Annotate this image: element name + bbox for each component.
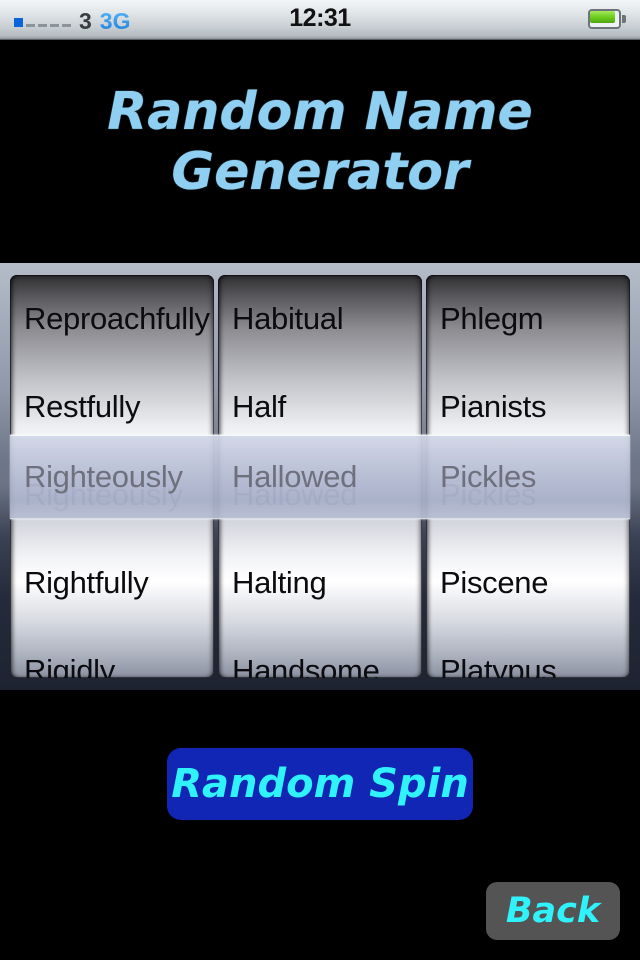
picker-row[interactable]: Handsome	[218, 627, 422, 678]
picker-column-noun[interactable]: Phlegm Pianists Pickles Piscene Platypus	[426, 275, 630, 678]
back-button[interactable]: Back	[486, 882, 620, 940]
picker-row[interactable]: Piscene	[426, 539, 630, 627]
picker-column-rows: Habitual Half Hallowed Halting Handsome	[218, 275, 422, 678]
battery-fill	[590, 11, 615, 23]
picker-row[interactable]: Reproachfully	[10, 275, 214, 363]
picker-row[interactable]: Pianists	[426, 363, 630, 451]
picker-row[interactable]: Habitual	[218, 275, 422, 363]
name-picker[interactable]: Reproachfully Restfully Righteously Righ…	[0, 263, 640, 690]
picker-column-rows: Reproachfully Restfully Righteously Righ…	[10, 275, 214, 678]
picker-row[interactable]: Platypus	[426, 627, 630, 678]
battery-icon	[588, 9, 626, 29]
picker-column-adjective[interactable]: Habitual Half Hallowed Halting Handsome	[218, 275, 422, 678]
picker-row-selected[interactable]: Righteously	[10, 451, 214, 539]
picker-row-selected[interactable]: Pickles	[426, 451, 630, 539]
picker-row[interactable]: Half	[218, 363, 422, 451]
picker-row[interactable]: Rigidly	[10, 627, 214, 678]
picker-row[interactable]: Rightfully	[10, 539, 214, 627]
picker-row[interactable]: Halting	[218, 539, 422, 627]
status-bar: 3 3G 12:31	[0, 0, 640, 40]
picker-column-rows: Phlegm Pianists Pickles Piscene Platypus	[426, 275, 630, 678]
picker-column-adverb[interactable]: Reproachfully Restfully Righteously Righ…	[10, 275, 214, 678]
picker-columns[interactable]: Reproachfully Restfully Righteously Righ…	[10, 275, 630, 678]
page-title: Random Name Generator	[107, 82, 533, 202]
status-bar-clock: 12:31	[289, 3, 351, 32]
random-spin-button[interactable]: Random Spin	[167, 748, 473, 820]
picker-row[interactable]: Phlegm	[426, 275, 630, 363]
picker-row-selected[interactable]: Hallowed	[218, 451, 422, 539]
battery-nub	[622, 15, 626, 23]
picker-row[interactable]: Restfully	[10, 363, 214, 451]
